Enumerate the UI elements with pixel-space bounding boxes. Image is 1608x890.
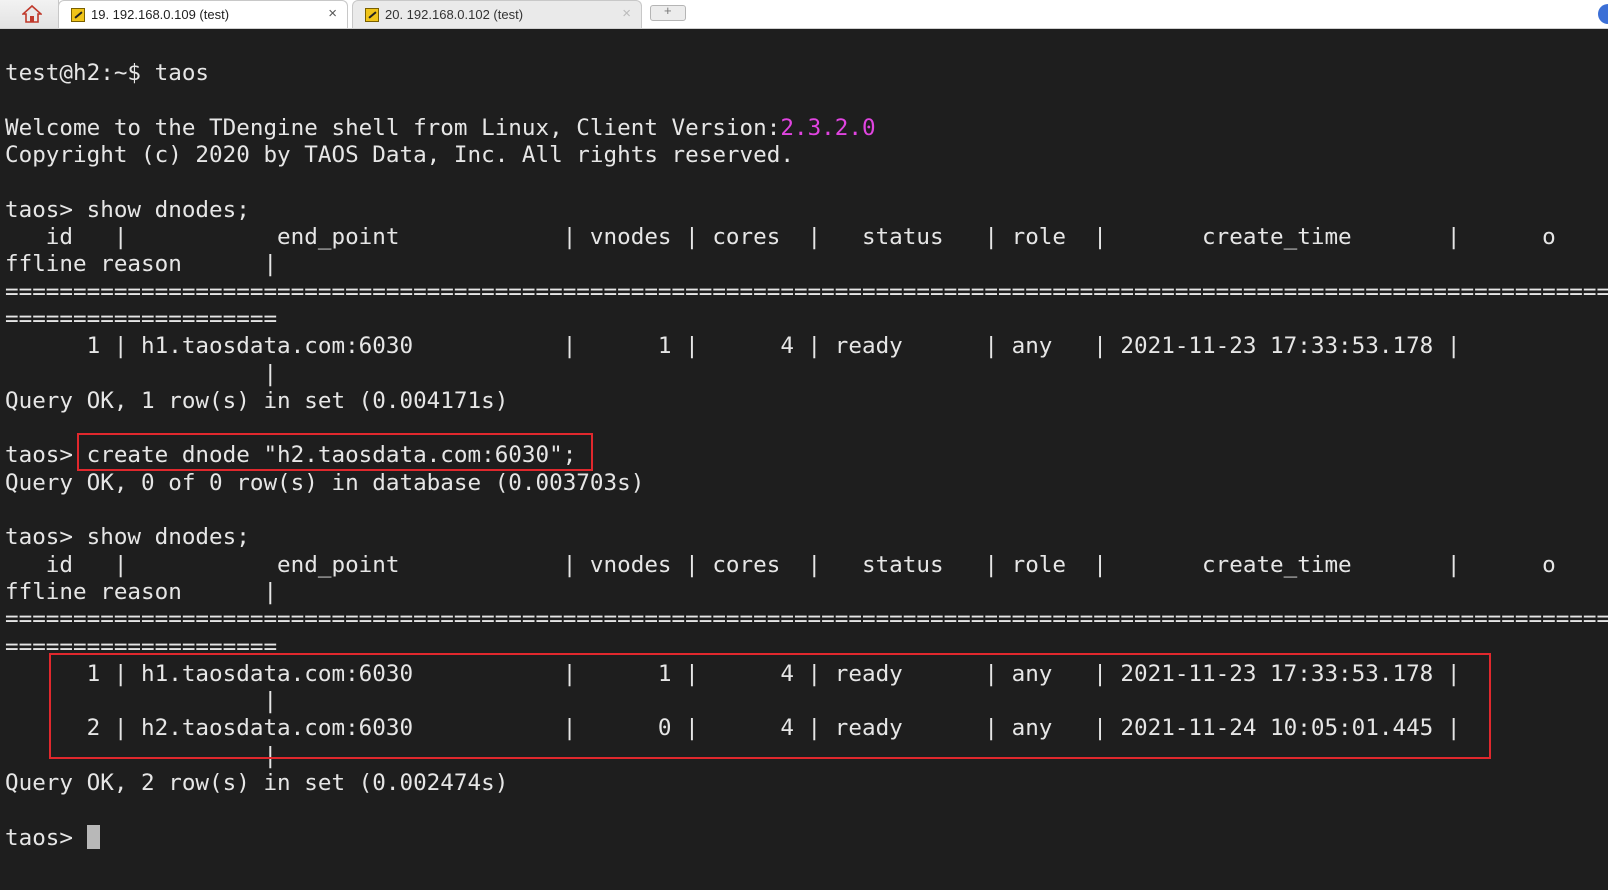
terminal-line: test@h2:~$ taos bbox=[5, 60, 210, 87]
query-result: Query OK, 0 of 0 row(s) in database (0.0… bbox=[5, 469, 645, 496]
query-result: Query OK, 1 row(s) in set (0.004171s) bbox=[5, 387, 509, 414]
home-tab[interactable] bbox=[0, 0, 59, 28]
table-row: | bbox=[5, 688, 278, 715]
terminal-session-icon bbox=[365, 8, 379, 22]
text-cursor bbox=[86, 824, 100, 849]
terminal-line: taos> show dnodes; bbox=[5, 524, 250, 551]
table-separator: ==================== bbox=[5, 305, 278, 332]
app-logo-icon bbox=[1598, 4, 1608, 24]
table-header: id | end_point | vnodes | cores | status… bbox=[5, 224, 1556, 251]
terminal-session-icon bbox=[71, 8, 85, 22]
create-dnode-command: taos> create dnode "h2.taosdata.com:6030… bbox=[5, 442, 577, 469]
table-separator: ========================================… bbox=[5, 606, 1608, 633]
prompt-line[interactable]: taos> bbox=[5, 824, 1608, 852]
table-header: ffline reason | bbox=[5, 251, 278, 278]
terminal-line: taos> show dnodes; bbox=[5, 196, 250, 223]
prompt: taos> bbox=[5, 824, 87, 851]
terminal-line: Copyright (c) 2020 by TAOS Data, Inc. Al… bbox=[5, 142, 794, 169]
table-row: 2 | h2.taosdata.com:6030 | 0 | 4 | ready… bbox=[5, 715, 1461, 742]
table-header: ffline reason | bbox=[5, 578, 278, 605]
close-icon[interactable]: × bbox=[328, 5, 337, 22]
table-row: 1 | h1.taosdata.com:6030 | 1 | 4 | ready… bbox=[5, 333, 1461, 360]
terminal-output[interactable]: test@h2:~$ taos Welcome to the TDengine … bbox=[5, 33, 1608, 890]
tab-session-20[interactable]: 20. 192.168.0.102 (test) × bbox=[352, 0, 642, 28]
tab-session-19[interactable]: 19. 192.168.0.109 (test) × bbox=[58, 0, 348, 28]
tab-label: 20. 192.168.0.102 (test) bbox=[385, 7, 524, 22]
home-icon bbox=[22, 4, 42, 23]
tab-bar: 19. 192.168.0.109 (test) × 20. 192.168.0… bbox=[0, 0, 1608, 29]
table-separator: ========================================… bbox=[5, 278, 1608, 305]
welcome-text: Welcome to the TDengine shell from Linux… bbox=[5, 114, 781, 141]
table-row: | bbox=[5, 360, 278, 387]
add-tab-button[interactable] bbox=[650, 3, 686, 21]
query-result: Query OK, 2 row(s) in set (0.002474s) bbox=[5, 770, 509, 797]
close-icon[interactable]: × bbox=[622, 5, 631, 22]
tab-label: 19. 192.168.0.109 (test) bbox=[91, 7, 230, 22]
terminal-line-welcome: Welcome to the TDengine shell from Linux… bbox=[5, 115, 1608, 142]
table-row: 1 | h1.taosdata.com:6030 | 1 | 4 | ready… bbox=[5, 660, 1461, 687]
table-header: id | end_point | vnodes | cores | status… bbox=[5, 551, 1556, 578]
table-separator: ==================== bbox=[5, 633, 278, 660]
table-row: | bbox=[5, 742, 278, 769]
client-version: 2.3.2.0 bbox=[780, 114, 876, 141]
